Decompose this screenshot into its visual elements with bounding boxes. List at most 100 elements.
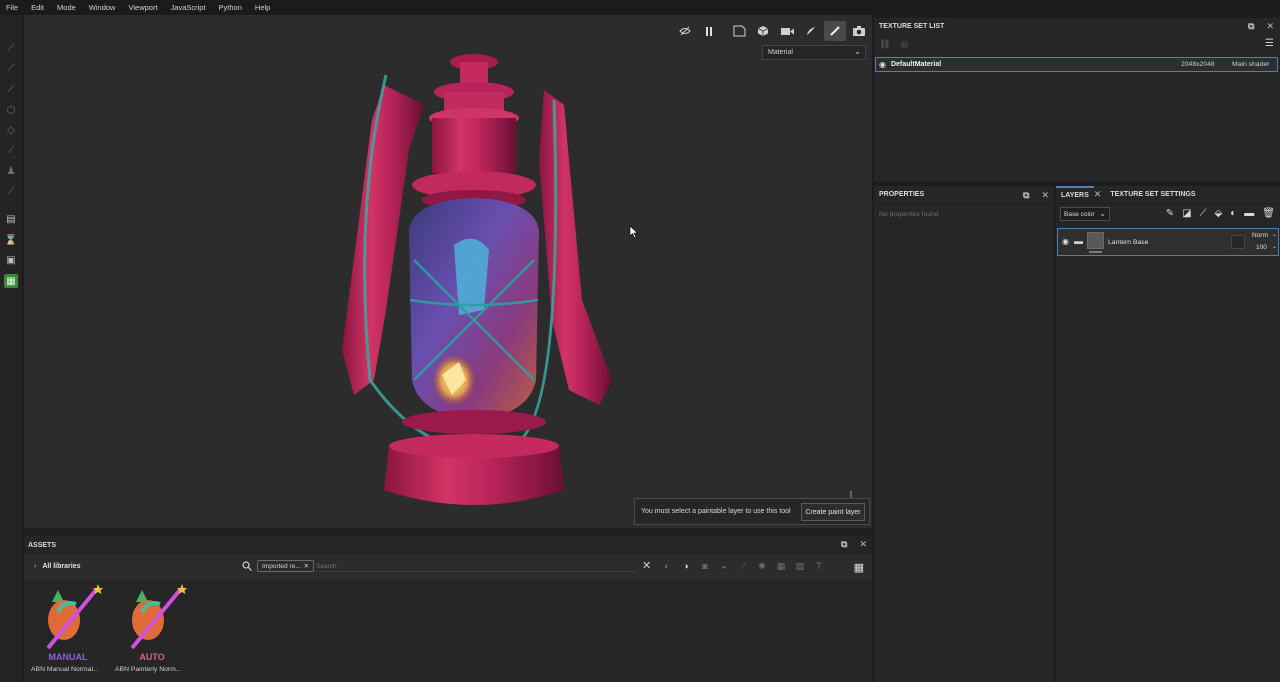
asset-item[interactable]: AUTO ABN Painterly Norm...	[112, 582, 190, 678]
clone-stamp-icon[interactable]: ♟	[4, 164, 18, 178]
assets-title: ASSETS	[28, 541, 57, 549]
particle-filter-icon[interactable]: ✺	[756, 560, 768, 572]
lighting-icon[interactable]	[800, 21, 822, 41]
list-menu-icon[interactable]: ☰	[1265, 38, 1274, 49]
properties-title: PROPERTIES	[879, 191, 925, 198]
texture-set-row[interactable]: ◉ DefaultMaterial 2048x2048 Main shader	[875, 57, 1278, 72]
channel-view-select[interactable]: Material ⌄	[762, 45, 866, 60]
polygon-fill-icon[interactable]: ◇	[4, 123, 18, 137]
3d-view-icon[interactable]	[752, 21, 774, 41]
float-panel-icon[interactable]: ⧉	[1023, 190, 1029, 201]
float-panel-icon[interactable]: ⧉	[1248, 21, 1254, 32]
blend-mode-select[interactable]: Norm	[1252, 232, 1268, 239]
brush-filter-icon[interactable]: ⟋	[737, 560, 749, 572]
library-tree-item[interactable]: › All libraries	[34, 563, 80, 570]
uv-view-icon[interactable]	[728, 21, 750, 41]
right-panels: TEXTURE SET LIST ⧉ ✕ ⛓ ◎ ☰ ◉ DefaultMate…	[872, 15, 1280, 682]
properties-panel: PROPERTIES ⧉ ✕ No properties found	[874, 186, 1054, 682]
layer-mask-slot[interactable]	[1231, 235, 1245, 249]
tab-texture-set-settings[interactable]: TEXTURE SET SETTINGS	[1105, 186, 1200, 204]
texture-set-list-panel: TEXTURE SET LIST ⧉ ✕ ⛓ ◎ ☰ ◉ DefaultMate…	[874, 18, 1280, 182]
add-paint-layer-icon[interactable]: ⟋	[1200, 208, 1207, 219]
layer-name: Lantern Base	[1108, 239, 1149, 246]
hide-overlay-icon[interactable]	[674, 21, 696, 41]
grid-view-icon[interactable]: ▦	[854, 561, 864, 574]
asset-thumbnail: MANUAL	[46, 584, 103, 662]
close-icon[interactable]: ✕	[1094, 189, 1102, 200]
visibility-icon[interactable]: ◎	[900, 39, 908, 50]
filter-chip[interactable]: Imported re... ✕	[257, 560, 315, 572]
plugin-icon[interactable]: ▦	[4, 274, 18, 288]
measure-icon[interactable]: ⌛	[4, 233, 18, 247]
camera-video-icon[interactable]	[776, 21, 798, 41]
document-icon[interactable]: ▣	[4, 253, 18, 267]
paint-mode-icon[interactable]	[824, 21, 846, 41]
layers-panel: LAYERS ✕ TEXTURE SET SETTINGS Base color…	[1056, 185, 1280, 682]
viewport-3d[interactable]: Material ⌄ You must select a paintable l…	[24, 15, 872, 528]
texture-set-resolution: 2048x2048	[1181, 61, 1215, 68]
tool-rail: ⟋ ⟋ ⟋ ⬡ ◇ ⟋ ♟ ⟋ ▤ ⌛ ▣ ▦	[0, 15, 23, 682]
texture-set-list-title: TEXTURE SET LIST	[879, 22, 945, 30]
smart-material-filter-icon[interactable]: ◑	[680, 560, 692, 572]
texture-filter-icon[interactable]: ▦	[775, 560, 787, 572]
environment-filter-icon[interactable]: ▧	[794, 560, 806, 572]
smudge-icon[interactable]: ⟋	[4, 143, 18, 157]
menu-javascript[interactable]: JavaScript	[171, 3, 206, 12]
screenshot-camera-icon[interactable]	[848, 21, 870, 41]
projection-icon[interactable]: ⟋	[4, 82, 18, 96]
eye-icon[interactable]: ◉	[879, 60, 886, 69]
mask-filter-icon[interactable]: ◙	[699, 560, 711, 572]
texture-set-toolbar: ⛓ ◎ ☰	[874, 34, 1280, 54]
texture-set-shader: Main shader	[1232, 61, 1270, 68]
smart-mask-filter-icon[interactable]: ◒	[718, 560, 730, 572]
add-mask-icon[interactable]: ◪	[1182, 208, 1191, 219]
menu-viewport[interactable]: Viewport	[128, 3, 157, 12]
filter-chip-label: Imported re...	[262, 562, 301, 570]
chevron-down-icon: ⌄	[1272, 244, 1278, 250]
geometry-fill-icon[interactable]: ⬡	[4, 103, 18, 117]
float-panel-icon[interactable]: ⧉	[841, 539, 847, 550]
add-folder-icon[interactable]: ▬	[1244, 208, 1254, 219]
channel-view-value: Material	[768, 49, 793, 56]
eraser-icon[interactable]: ⟋	[4, 61, 18, 75]
asset-badge: MANUAL	[49, 652, 88, 662]
asset-search-input[interactable]	[316, 562, 636, 572]
clear-filters-icon[interactable]: ✕	[642, 559, 651, 572]
asset-name: ABN Painterly Norm...	[115, 666, 182, 673]
channel-select[interactable]: Base color ⌄	[1060, 207, 1110, 221]
text-filter-icon[interactable]: T	[813, 560, 825, 572]
close-icon[interactable]: ✕	[859, 539, 867, 550]
layer-row[interactable]: ◉ ▬ Lantern Base Norm ⌄ 100 ⌄	[1057, 228, 1279, 256]
menu-python[interactable]: Python	[219, 3, 242, 12]
add-effect-icon[interactable]: ✎	[1166, 208, 1174, 219]
chevron-down-icon: ⌄	[1272, 232, 1278, 238]
layers-tabs: LAYERS ✕ TEXTURE SET SETTINGS	[1056, 185, 1280, 204]
menu-mode[interactable]: Mode	[57, 3, 76, 12]
create-paint-layer-button[interactable]: Create paint layer	[801, 503, 865, 521]
channel-value: Base color	[1064, 210, 1095, 218]
menu-help[interactable]: Help	[255, 3, 270, 12]
asset-item[interactable]: MANUAL ABN Manual Normal...	[28, 582, 106, 678]
color-picker-icon[interactable]: ⟋	[4, 184, 18, 198]
menu-file[interactable]: File	[6, 3, 18, 12]
library-label: All libraries	[42, 563, 81, 570]
add-smart-material-icon[interactable]: ◐	[1230, 208, 1236, 219]
close-icon[interactable]: ✕	[1266, 21, 1274, 32]
material-filter-icon[interactable]: ◐	[661, 560, 673, 572]
asset-type-filters: ◐ ◑ ◙ ◒ ⟋ ✺ ▦ ▧ T	[661, 560, 825, 572]
layers-toolbar: Base color ⌄ ✎ ◪ ⟋ ⬙ ◐ ▬ 🗑	[1056, 204, 1280, 226]
close-icon[interactable]: ✕	[1041, 190, 1049, 201]
chevron-down-icon: ⌄	[1099, 209, 1106, 218]
tab-layers[interactable]: LAYERS	[1056, 185, 1094, 204]
menu-window[interactable]: Window	[89, 3, 116, 12]
eye-icon[interactable]: ◉	[1062, 237, 1069, 246]
pause-icon[interactable]	[698, 21, 720, 41]
chip-close-icon[interactable]: ✕	[304, 562, 309, 570]
paint-brush-icon[interactable]: ⟋	[4, 41, 18, 55]
link-icon[interactable]: ⛓	[879, 39, 890, 50]
menu-edit[interactable]: Edit	[31, 3, 44, 12]
add-fill-layer-icon[interactable]: ⬙	[1215, 208, 1223, 219]
bake-icon[interactable]: ▤	[4, 212, 18, 226]
delete-layer-icon[interactable]: 🗑	[1262, 208, 1275, 219]
opacity-value[interactable]: 100	[1256, 244, 1267, 251]
